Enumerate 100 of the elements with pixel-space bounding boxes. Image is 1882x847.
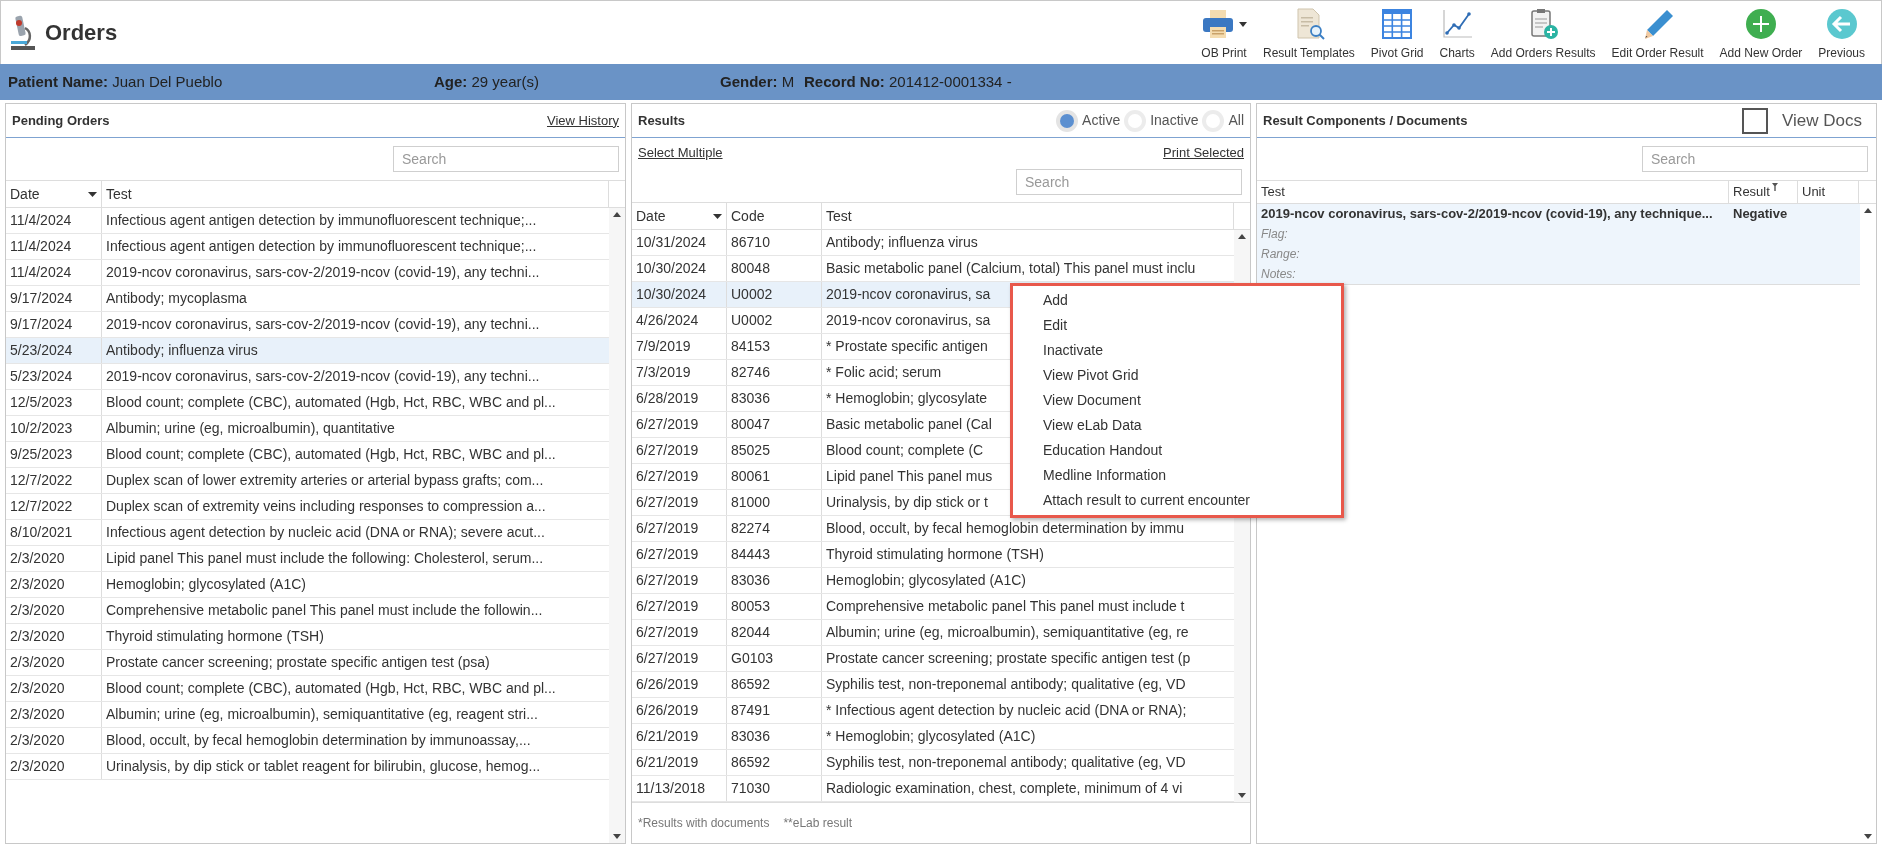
table-cell-text: Syphilis test, non-treponemal antibody; qualitative (eg, VD: [825, 675, 1187, 694]
table-cell: 12/7/2022: [6, 494, 102, 519]
patient-field: Record No: 201412-0001334 -: [804, 70, 1012, 94]
table-cell-text: Hemoglobin; glycosylated (A1C): [105, 575, 307, 594]
table-cell-text: 2019-ncov coronavirus, sars-cov-2/2019-ncov (covid-19), any technique...: [1260, 205, 1714, 223]
table-cell-text: Basic metabolic panel (Cal: [825, 415, 993, 434]
table-cell: 85025: [727, 438, 822, 463]
table-cell-text: Antibody; mycoplasma: [105, 289, 248, 308]
table-cell: 86592: [727, 672, 822, 697]
table-cell-text: 2019-ncov coronavirus, sars-cov-2/2019-ncov (covid-19), any techni...: [105, 367, 541, 386]
table-cell: U0002: [727, 282, 822, 307]
table-cell: 6/26/2019: [632, 672, 727, 697]
panel-title: Pending Orders: [12, 111, 110, 130]
table-cell: 2/3/2020: [6, 546, 102, 571]
table-cell-text: Thyroid stimulating hormone (TSH): [825, 545, 1045, 564]
table-cell-text: Blood, occult, by fecal hemoglobin determination by immunoassay,...: [105, 731, 532, 750]
footer-note: **eLab result: [783, 815, 853, 832]
table-cell: 10/2/2023: [6, 416, 102, 441]
table-cell: 10/30/2024: [632, 282, 727, 307]
table-cell: 84153: [727, 334, 822, 359]
table-cell: 6/27/2019: [632, 438, 727, 463]
table-cell: 6/27/2019: [632, 542, 727, 567]
detail-label: Flag:: [1260, 226, 1289, 243]
table-cell: 2/3/2020: [6, 624, 102, 649]
panel-title: Results: [638, 111, 685, 130]
table-cell: 11/4/2024: [6, 208, 102, 233]
table-cell-text: Albumin; urine (eg, microalbumin), semiquantitative (eg, re: [825, 623, 1190, 642]
table-cell: 87491: [727, 698, 822, 723]
table-cell-text: Infectious agent antigen detection by immunofluorescent technique;...: [105, 237, 538, 256]
table-cell: 10/31/2024: [632, 230, 727, 255]
table-cell-text: Albumin; urine (eg, microalbumin), quantitative: [105, 419, 396, 438]
table-cell: 80053: [727, 594, 822, 619]
table-cell: 9/25/2023: [6, 442, 102, 467]
table-cell: 84443: [727, 542, 822, 567]
table-cell: 7/9/2019: [632, 334, 727, 359]
table-cell-text: Blood count; complete (CBC), automated (Hgb, Hct, RBC, WBC and pl...: [105, 445, 557, 464]
table-cell: 6/27/2019: [632, 568, 727, 593]
table-cell-text: Negative: [1732, 205, 1789, 223]
table-cell: 2/3/2020: [6, 702, 102, 727]
table-cell: 2/3/2020: [6, 676, 102, 701]
table-cell: 5/23/2024: [6, 338, 102, 363]
patient-field: Patient Name: Juan Del Pueblo: [8, 70, 434, 94]
table-cell: 80047: [727, 412, 822, 437]
table-cell-text: Infectious agent detection by nucleic acid (DNA or RNA); severe acut...: [105, 523, 546, 542]
table-cell: 86592: [727, 750, 822, 775]
table-cell: 2/3/2020: [6, 728, 102, 753]
table-cell: 6/27/2019: [632, 594, 727, 619]
table-cell-text: Comprehensive metabolic panel This panel must include t: [825, 597, 1186, 616]
table-cell-text: Radiologic examination, chest, complete, minimum of 4 vi: [825, 779, 1184, 798]
table-cell: 6/27/2019: [632, 464, 727, 489]
table-cell-text: Blood count; complete (C: [825, 441, 985, 460]
table-cell: 82746: [727, 360, 822, 385]
table-cell: 83036: [727, 386, 822, 411]
table-cell-text: 2019-ncov coronavirus, sa: [825, 311, 992, 330]
table-cell: 11/4/2024: [6, 260, 102, 285]
table-cell-text: * Infectious agent detection by nucleic acid (DNA or RNA);: [825, 701, 1188, 720]
table-cell: 6/27/2019: [632, 516, 727, 541]
table-cell: 2/3/2020: [6, 754, 102, 779]
table-cell: 6/27/2019: [632, 646, 727, 671]
table-cell-text: Antibody; influenza virus: [105, 341, 259, 360]
table-cell: 6/27/2019: [632, 412, 727, 437]
table-cell-text: Urinalysis, by dip stick or t: [825, 493, 989, 512]
table-cell: 2/3/2020: [6, 650, 102, 675]
table-cell-text: * Folic acid; serum: [825, 363, 943, 382]
table-cell: 2/3/2020: [6, 572, 102, 597]
table-cell-text: Urinalysis, by dip stick or tablet reagent for bilirubin, glucose, hemog...: [105, 757, 542, 776]
table-cell: 83036: [727, 568, 822, 593]
table-cell: 6/26/2019: [632, 698, 727, 723]
table-cell-text: Comprehensive metabolic panel This panel must include the followin...: [105, 601, 544, 620]
detail-label: Notes:: [1260, 266, 1297, 283]
panel-title: Result Components / Documents: [1263, 111, 1468, 130]
table-cell-text: 2019-ncov coronavirus, sa: [825, 285, 992, 304]
table-cell-text: Blood count; complete (CBC), automated (Hgb, Hct, RBC, WBC and pl...: [105, 393, 557, 412]
page-title: Orders: [45, 19, 118, 47]
table-cell: 80048: [727, 256, 822, 281]
table-cell: 86710: [727, 230, 822, 255]
table-cell-text: Basic metabolic panel (Calcium, total) This panel must inclu: [825, 259, 1197, 278]
table-cell: U0002: [727, 308, 822, 333]
table-cell: 82044: [727, 620, 822, 645]
table-cell: 80061: [727, 464, 822, 489]
table-cell-text: Thyroid stimulating hormone (TSH): [105, 627, 325, 646]
table-cell: 9/17/2024: [6, 286, 102, 311]
table-cell-text: Duplex scan of lower extremity arteries or arterial bypass grafts; com...: [105, 471, 545, 490]
table-cell-text: * Hemoglobin; glycosylated (A1C): [825, 727, 1037, 746]
table-cell: 83036: [727, 724, 822, 749]
table-cell: 6/28/2019: [632, 386, 727, 411]
table-cell-text: Lipid panel This panel must include the following: Cholesterol, serum...: [105, 549, 545, 568]
table-cell-text: Blood, occult, by fecal hemoglobin determination by immu: [825, 519, 1185, 538]
table-cell: 10/30/2024: [632, 256, 727, 281]
table-cell-text: 2019-ncov coronavirus, sars-cov-2/2019-ncov (covid-19), any techni...: [105, 263, 541, 282]
table-cell: 12/7/2022: [6, 468, 102, 493]
patient-field: Age: 29 year(s): [434, 70, 720, 94]
patient-field: Gender: M: [720, 70, 804, 94]
table-cell: 6/21/2019: [632, 724, 727, 749]
table-cell: 6/27/2019: [632, 490, 727, 515]
table-cell: 5/23/2024: [6, 364, 102, 389]
table-cell: 7/3/2019: [632, 360, 727, 385]
table-cell: 82274: [727, 516, 822, 541]
table-cell-text: Duplex scan of extremity veins including responses to compression a...: [105, 497, 547, 516]
table-cell: 11/4/2024: [6, 234, 102, 259]
